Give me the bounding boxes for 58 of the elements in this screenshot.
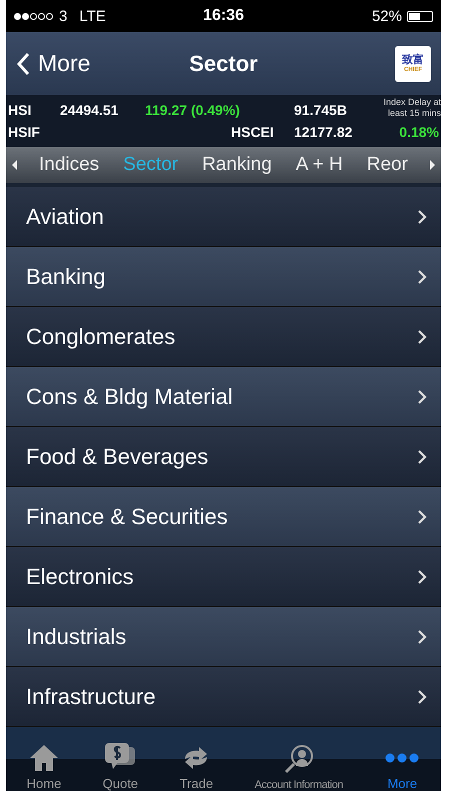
index-name: HSIF [8, 124, 40, 140]
chevron-icon [417, 628, 427, 644]
back-button[interactable]: More [16, 50, 90, 77]
screen-title: Sector [189, 50, 258, 76]
tab[interactable]: Indices [36, 154, 102, 176]
sector-name: Industrials [26, 624, 126, 650]
signal-icon [14, 12, 53, 20]
chevron-icon [417, 688, 427, 704]
index-value: 24494.51 [60, 102, 118, 118]
sector-row[interactable]: Finance & Securities [6, 487, 441, 547]
sector-row[interactable]: Cons & Bldg Material [6, 367, 441, 427]
chevron-icon [417, 568, 427, 584]
sector-row[interactable]: Industrials [6, 607, 441, 667]
chevron-icon [417, 328, 427, 344]
chevron-icon [417, 388, 427, 404]
tab-bar-item[interactable]: Quote [102, 741, 138, 791]
turnover-value: 91.745B [294, 102, 347, 118]
sector-row[interactable]: Conglomerates [6, 307, 441, 367]
tab-bar-item[interactable]: Trade [179, 743, 214, 791]
index-change: 0.18% [399, 124, 439, 140]
sector-row[interactable]: Infrastructure [6, 667, 441, 727]
sector-name: Infrastructure [26, 684, 156, 710]
index-value: 12177.82 [294, 124, 352, 140]
sector-name: Conglomerates [26, 324, 176, 350]
tab-bar-item[interactable]: Account Information [254, 744, 343, 791]
clock-text: 16:36 [203, 7, 244, 25]
chevron-icon [417, 208, 427, 224]
person-search-icon [282, 744, 315, 776]
chevron-icon [417, 268, 427, 284]
chevron-icon [417, 508, 427, 524]
tab[interactable]: Reor [364, 154, 410, 176]
scroll-left-icon[interactable] [12, 160, 17, 170]
carrier-text: 3 [59, 8, 68, 24]
sector-row[interactable]: Electronics [6, 547, 441, 607]
sector-name: Food & Beverages [26, 444, 208, 470]
delay-note: Index Delay at least 15 mins [382, 97, 441, 119]
home-icon [28, 743, 60, 773]
chevron-icon [16, 52, 30, 76]
tab-bar-item[interactable]: More [384, 743, 420, 791]
network-text: LTE [79, 8, 106, 24]
index-name: HSI [8, 102, 32, 118]
index-name: HSCEI [231, 124, 274, 140]
tab-bar-item[interactable]: Home [26, 743, 62, 791]
sector-name: Banking [26, 264, 106, 290]
sector-row[interactable]: Aviation [6, 187, 441, 247]
tab[interactable]: Ranking [200, 154, 274, 176]
battery-icon [407, 10, 433, 22]
tab[interactable]: A + H [294, 154, 345, 176]
sector-name: Electronics [26, 564, 134, 590]
sector-name: Aviation [26, 204, 104, 230]
index-change: 119.27 (0.49%) [145, 102, 240, 118]
sector-row[interactable]: Banking [6, 247, 441, 307]
chevron-icon [417, 448, 427, 464]
sector-row[interactable]: Food & Beverages [6, 427, 441, 487]
sector-name: Cons & Bldg Material [26, 384, 233, 410]
battery-percent: 52% [372, 8, 402, 24]
scroll-right-icon[interactable] [430, 160, 435, 170]
sector-name: Finance & Securities [26, 504, 228, 530]
